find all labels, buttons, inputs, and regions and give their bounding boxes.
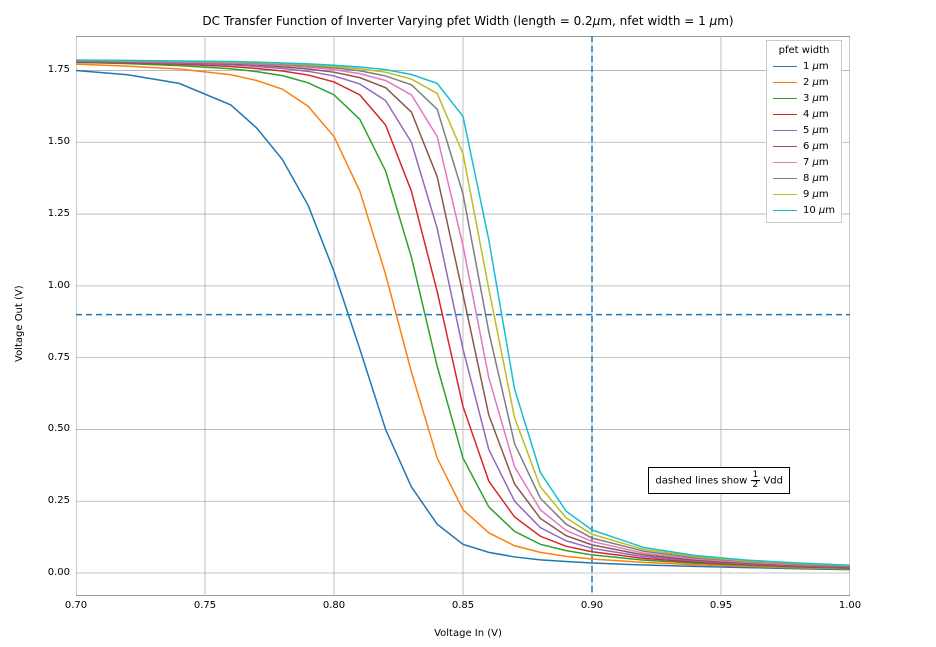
annotation-text-suffix: Vdd [760,476,783,487]
x-tick: 0.80 [322,600,346,611]
x-tick: 0.70 [64,600,88,611]
legend-label: 4 μm [803,109,829,120]
legend-swatch [773,66,797,67]
y-tick: 1.50 [40,136,70,147]
fraction-half: 12 [751,471,761,490]
legend-item: 10 μm [773,202,835,218]
legend-swatch [773,98,797,99]
legend-item: 5 μm [773,122,835,138]
x-tick: 0.95 [709,600,733,611]
legend-label: 9 μm [803,189,829,200]
chart-title: DC Transfer Function of Inverter Varying… [0,14,936,28]
y-axis-label: Voltage Out (V) [14,0,25,647]
legend-swatch [773,114,797,115]
legend-label: 8 μm [803,173,829,184]
legend-item: 3 μm [773,90,835,106]
legend-label: 1 μm [803,61,829,72]
figure: DC Transfer Function of Inverter Varying… [0,0,936,647]
legend-label: 7 μm [803,157,829,168]
legend-swatch [773,210,797,211]
annotation-text-prefix: dashed lines show [655,476,750,487]
x-axis-label: Voltage In (V) [0,628,936,639]
legend-item: 2 μm [773,74,835,90]
y-tick: 0.00 [40,567,70,578]
legend-swatch [773,130,797,131]
annotation-box: dashed lines show 12 Vdd [648,467,790,494]
legend-label: 6 μm [803,141,829,152]
legend-item: 8 μm [773,170,835,186]
y-tick: 1.00 [40,280,70,291]
legend-item: 9 μm [773,186,835,202]
legend-item: 4 μm [773,106,835,122]
legend-swatch [773,162,797,163]
x-tick: 1.00 [838,600,862,611]
legend-swatch [773,146,797,147]
legend-swatch [773,194,797,195]
legend-item: 7 μm [773,154,835,170]
legend: pfet width 1 μm 2 μm 3 μm 4 μm 5 μm 6 μm 7 μm 8… [766,40,842,223]
x-tick: 0.75 [193,600,217,611]
y-tick: 0.50 [40,423,70,434]
x-tick: 0.90 [580,600,604,611]
x-tick: 0.85 [451,600,475,611]
legend-item: 1 μm [773,58,835,74]
y-tick: 1.25 [40,208,70,219]
legend-swatch [773,82,797,83]
legend-label: 3 μm [803,93,829,104]
y-tick: 1.75 [40,64,70,75]
legend-swatch [773,178,797,179]
plot-area: 0.700.750.800.850.900.951.00 0.000.250.5… [76,36,850,596]
legend-label: 2 μm [803,77,829,88]
y-tick: 0.75 [40,352,70,363]
legend-item: 6 μm [773,138,835,154]
y-tick: 0.25 [40,495,70,506]
legend-label: 5 μm [803,125,829,136]
plot-svg [76,36,850,596]
legend-title: pfet width [773,45,835,56]
legend-label: 10 μm [803,205,835,216]
